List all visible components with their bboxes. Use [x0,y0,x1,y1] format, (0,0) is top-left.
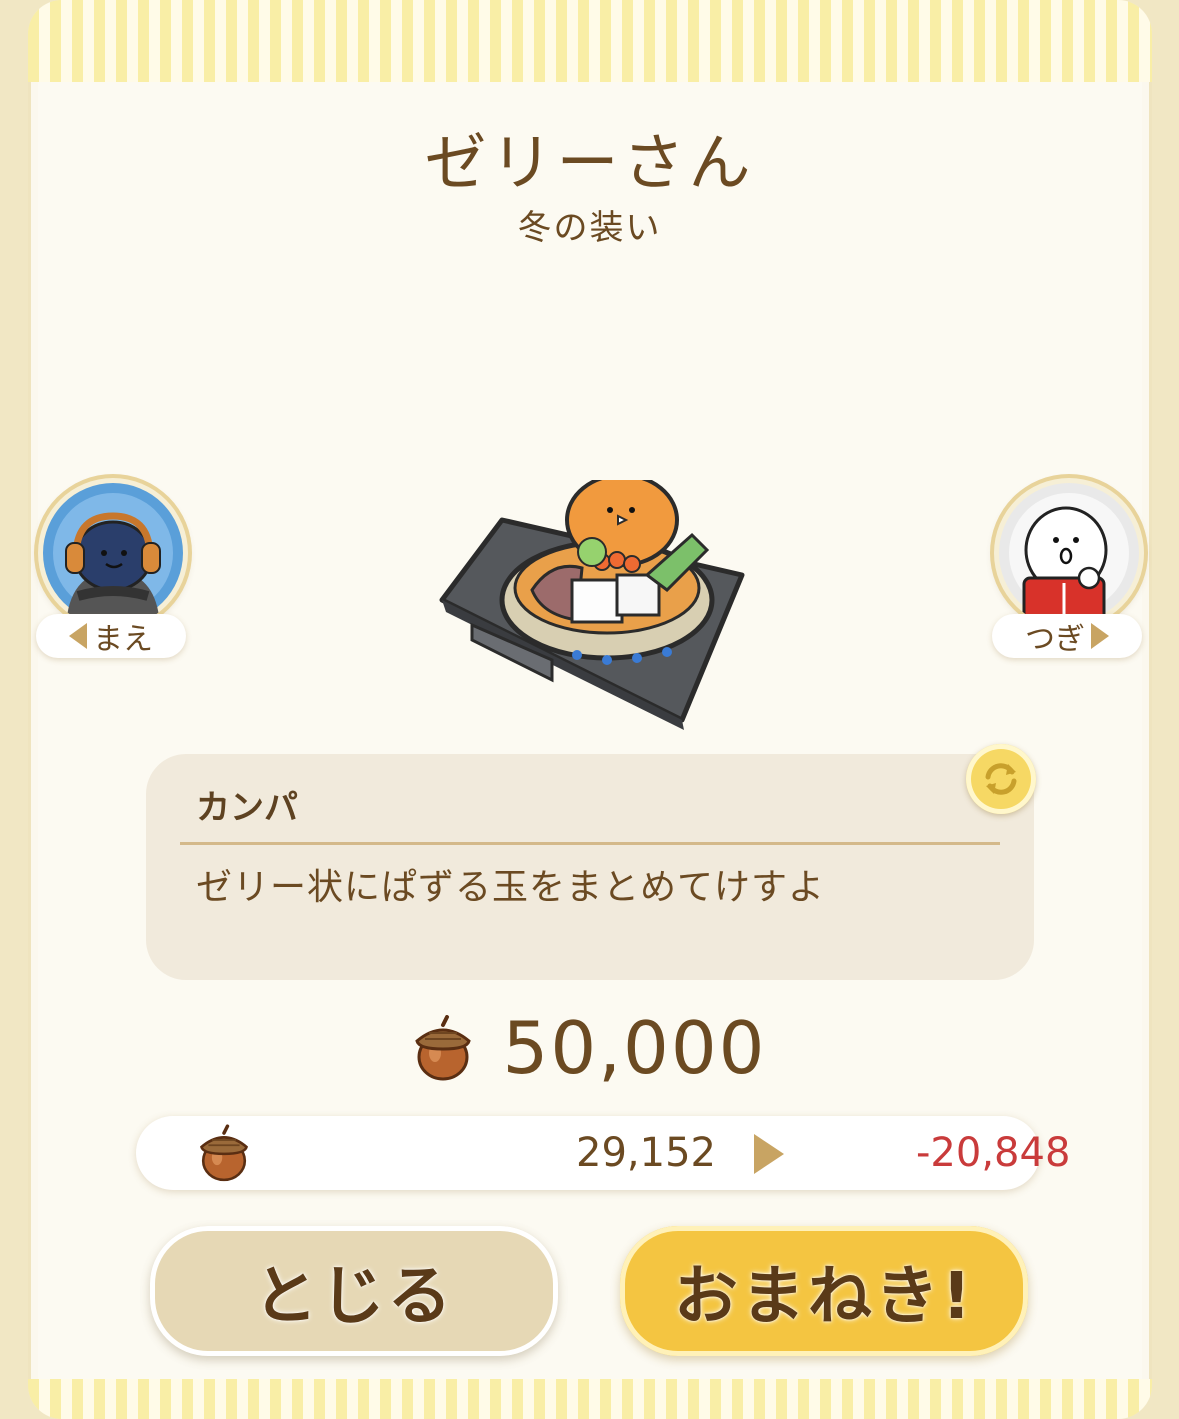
message-author: カンパ [196,788,298,828]
prev-button[interactable]: まえ [36,478,188,658]
refresh-icon [985,763,1017,795]
acorn-icon [414,1015,471,1081]
message-card: カンパ ゼリー状にぱずる玉をまとめてけすよ [146,754,1034,980]
bottom-stripe-border [28,1379,1152,1419]
prev-label: まえ [93,622,153,657]
price-value: 50,000 [502,1006,767,1090]
next-label-pill: つぎ [992,614,1142,658]
arrow-right-icon [754,1134,784,1174]
invite-button[interactable]: おまねき! [620,1226,1028,1356]
next-button[interactable]: つぎ [992,478,1144,658]
top-stripe-border [28,0,1152,82]
page-subtitle: 冬の装い [517,208,662,248]
next-label: つぎ [1025,622,1085,657]
price-row: 50,000 [0,1006,1179,1090]
prev-avatar [38,478,188,628]
hotpot-item-image [432,473,752,730]
refresh-button[interactable] [966,744,1036,814]
arrow-left-icon [69,623,87,649]
arrow-right-icon [1091,623,1109,649]
message-divider [180,842,1000,845]
close-button[interactable]: とじる [150,1226,558,1356]
balance-after: -20,848 [916,1130,1071,1176]
acorn-icon [200,1124,248,1182]
current-balance: 29,152 [576,1130,716,1176]
prev-label-pill: まえ [36,614,186,658]
message-text: ゼリー状にぱずる玉をまとめてけすよ [196,867,826,908]
next-avatar [994,478,1144,628]
page-title: ゼリーさん [424,126,755,199]
balance-bar: 29,152 -20,848 [136,1116,1070,1190]
